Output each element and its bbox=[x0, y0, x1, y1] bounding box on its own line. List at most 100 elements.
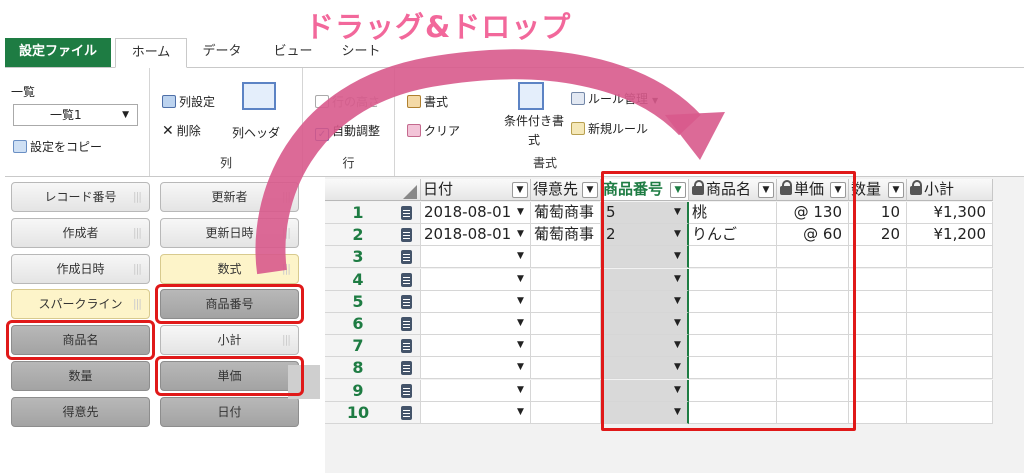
table-cell[interactable] bbox=[849, 246, 907, 268]
chevron-down-icon[interactable]: ▼ bbox=[670, 360, 685, 375]
table-cell[interactable] bbox=[907, 357, 993, 379]
chevron-down-icon[interactable]: ▼ bbox=[670, 316, 685, 331]
field-unit-price[interactable]: 単価 bbox=[160, 361, 299, 391]
table-cell[interactable] bbox=[531, 269, 601, 291]
table-cell[interactable]: 2018-08-01 ▼ bbox=[421, 202, 531, 224]
table-cell[interactable] bbox=[531, 291, 601, 313]
document-icon[interactable] bbox=[401, 361, 412, 375]
chevron-down-icon[interactable]: ▼ bbox=[670, 249, 685, 264]
table-cell[interactable]: ▼ bbox=[601, 357, 689, 379]
field-customer[interactable]: 得意先 bbox=[11, 397, 150, 427]
table-cell[interactable] bbox=[849, 357, 907, 379]
table-cell[interactable]: ▼ bbox=[421, 402, 531, 424]
field-product-number[interactable]: 商品番号 bbox=[160, 289, 299, 319]
table-cell[interactable]: ¥1,300 bbox=[907, 202, 993, 224]
chevron-down-icon[interactable]: ▼ bbox=[670, 294, 685, 309]
table-cell[interactable] bbox=[907, 313, 993, 335]
table-cell[interactable] bbox=[777, 313, 849, 335]
list-select[interactable]: 一覧1 ▼ bbox=[13, 104, 138, 126]
field-updater[interactable]: 更新者 ||| bbox=[160, 182, 299, 212]
table-cell[interactable]: 5 ▼ bbox=[601, 202, 689, 224]
chevron-down-icon[interactable]: ▼ bbox=[512, 182, 528, 198]
table-cell[interactable]: ¥1,200 bbox=[907, 224, 993, 246]
table-cell[interactable] bbox=[849, 380, 907, 402]
tab-sheet[interactable]: シート bbox=[335, 38, 387, 68]
table-cell[interactable]: ▼ bbox=[601, 313, 689, 335]
column-header[interactable]: 商品名 ▼ bbox=[689, 179, 777, 201]
chevron-down-icon[interactable]: ▼ bbox=[758, 182, 774, 198]
table-cell[interactable] bbox=[531, 357, 601, 379]
field-created-at[interactable]: 作成日時 ||| bbox=[11, 254, 150, 284]
chevron-down-icon[interactable]: ▼ bbox=[513, 249, 528, 264]
row-detail-cell[interactable] bbox=[391, 269, 421, 291]
table-cell[interactable]: 桃 bbox=[689, 202, 777, 224]
table-cell[interactable]: 10 bbox=[849, 202, 907, 224]
table-cell[interactable]: 葡萄商事 bbox=[531, 202, 601, 224]
chevron-down-icon[interactable]: ▼ bbox=[513, 405, 528, 420]
row-detail-cell[interactable] bbox=[391, 291, 421, 313]
table-cell[interactable] bbox=[849, 269, 907, 291]
column-header[interactable]: 商品番号 ▼ bbox=[601, 179, 689, 201]
document-icon[interactable] bbox=[401, 339, 412, 353]
table-cell[interactable] bbox=[849, 335, 907, 357]
row-detail-cell[interactable] bbox=[391, 246, 421, 268]
document-icon[interactable] bbox=[401, 273, 412, 287]
table-cell[interactable] bbox=[531, 380, 601, 402]
document-icon[interactable] bbox=[401, 206, 412, 220]
table-cell[interactable]: ▼ bbox=[601, 402, 689, 424]
table-cell[interactable]: ▼ bbox=[421, 335, 531, 357]
chevron-down-icon[interactable]: ▼ bbox=[670, 205, 685, 220]
field-formula[interactable]: 数式 ||| bbox=[160, 254, 299, 284]
document-icon[interactable] bbox=[401, 250, 412, 264]
panel-scrollbar[interactable] bbox=[288, 365, 320, 399]
field-product-name[interactable]: 商品名 bbox=[11, 325, 150, 355]
table-cell[interactable]: ▼ bbox=[421, 357, 531, 379]
table-cell[interactable]: ▼ bbox=[421, 291, 531, 313]
table-cell[interactable]: ▼ bbox=[421, 380, 531, 402]
row-detail-cell[interactable] bbox=[391, 224, 421, 246]
chevron-down-icon[interactable]: ▼ bbox=[513, 272, 528, 287]
table-cell[interactable] bbox=[907, 335, 993, 357]
clear-button[interactable]: クリア bbox=[407, 122, 460, 139]
document-icon[interactable] bbox=[401, 406, 412, 420]
table-cell[interactable]: ▼ bbox=[601, 269, 689, 291]
table-cell[interactable] bbox=[777, 357, 849, 379]
table-cell[interactable] bbox=[531, 246, 601, 268]
chevron-down-icon[interactable]: ▼ bbox=[670, 182, 686, 198]
tab-view[interactable]: ビュー bbox=[263, 38, 323, 68]
table-cell[interactable] bbox=[849, 402, 907, 424]
table-cell[interactable]: ▼ bbox=[421, 246, 531, 268]
copy-settings-button[interactable]: 設定をコピー bbox=[13, 138, 102, 155]
row-detail-cell[interactable] bbox=[391, 202, 421, 224]
auto-adjust-checkbox[interactable]: ✓ 自動調整 bbox=[315, 122, 380, 141]
column-header[interactable]: 数量 ▼ bbox=[849, 179, 907, 201]
table-cell[interactable] bbox=[531, 402, 601, 424]
table-cell[interactable] bbox=[531, 335, 601, 357]
field-record-number[interactable]: レコード番号 ||| bbox=[11, 182, 150, 212]
chevron-down-icon[interactable]: ▼ bbox=[513, 383, 528, 398]
chevron-down-icon[interactable]: ▼ bbox=[670, 338, 685, 353]
table-cell[interactable] bbox=[689, 313, 777, 335]
document-icon[interactable] bbox=[401, 384, 412, 398]
column-header-button[interactable]: 列ヘッダ bbox=[232, 124, 280, 141]
table-cell[interactable] bbox=[777, 335, 849, 357]
table-cell[interactable] bbox=[689, 269, 777, 291]
table-cell[interactable] bbox=[689, 357, 777, 379]
column-header[interactable]: 得意先 ▼ bbox=[531, 179, 601, 201]
table-cell[interactable]: 20 bbox=[849, 224, 907, 246]
tab-data[interactable]: データ bbox=[197, 38, 247, 68]
field-date[interactable]: 日付 bbox=[160, 397, 299, 427]
chevron-down-icon[interactable]: ▼ bbox=[670, 383, 685, 398]
chevron-down-icon[interactable]: ▼ bbox=[830, 182, 846, 198]
table-cell[interactable] bbox=[689, 291, 777, 313]
table-cell[interactable] bbox=[531, 313, 601, 335]
table-cell[interactable] bbox=[689, 246, 777, 268]
rule-manage-button[interactable]: ルール管理 ▼ bbox=[571, 90, 658, 107]
column-header[interactable]: 日付 ▼ bbox=[421, 179, 531, 201]
table-cell[interactable] bbox=[777, 380, 849, 402]
table-cell[interactable]: 葡萄商事 bbox=[531, 224, 601, 246]
table-cell[interactable] bbox=[849, 291, 907, 313]
table-cell[interactable]: ▼ bbox=[601, 380, 689, 402]
document-icon[interactable] bbox=[401, 228, 412, 242]
new-rule-button[interactable]: 新規ルール bbox=[571, 120, 648, 137]
